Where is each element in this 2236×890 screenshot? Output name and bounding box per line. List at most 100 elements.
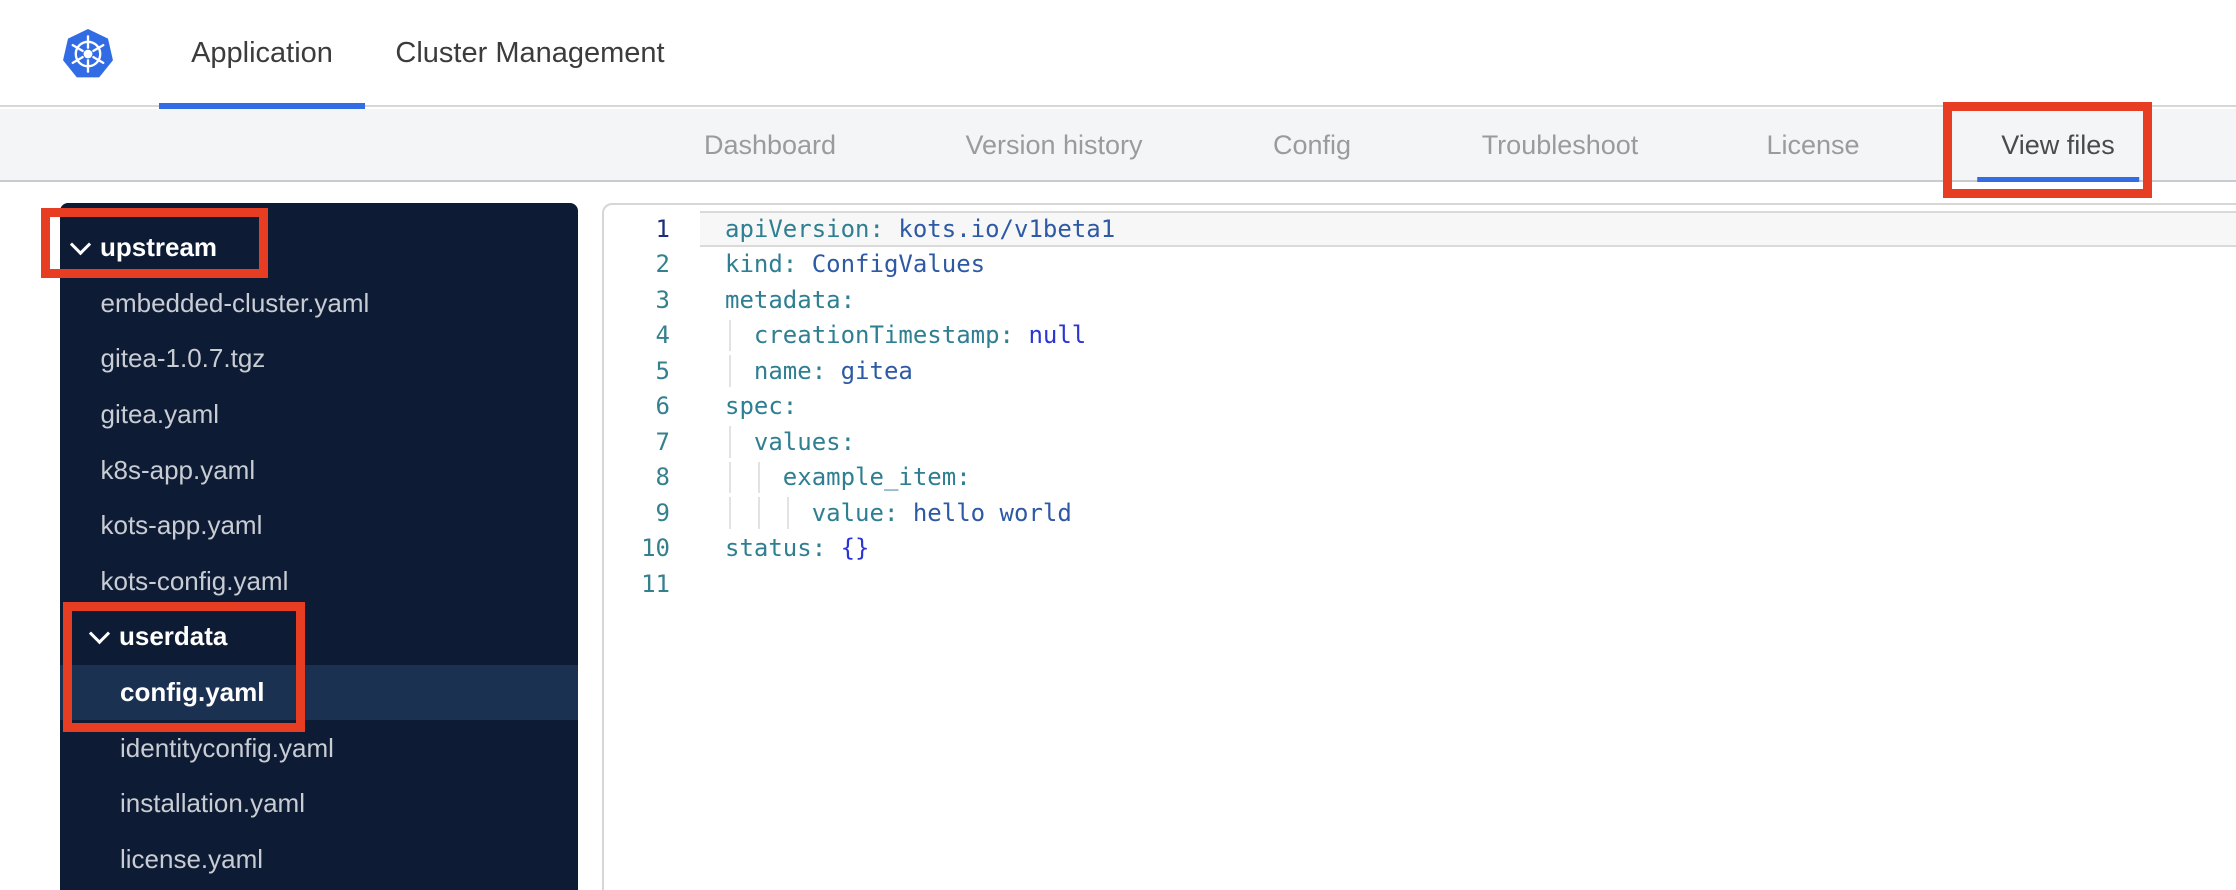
file-label: embedded-cluster.yaml — [100, 287, 370, 318]
file-tree: upstream embedded-cluster.yaml gitea-1.0.7… — [60, 220, 578, 887]
file-kots-app-yaml[interactable]: kots-app.yaml — [60, 498, 578, 554]
token-key: kind — [725, 250, 783, 279]
token-val: kots.io/v1beta1 — [898, 214, 1116, 243]
code-line-text: apiVersion: kots.io/v1beta1 — [725, 211, 1115, 247]
code-line-text: example_item: — [725, 460, 971, 496]
code-line-text: kind: ConfigValues — [725, 247, 985, 283]
top-tab-cluster-management[interactable]: Cluster Management — [378, 0, 682, 107]
tab-version-history[interactable]: Version history — [965, 109, 1142, 182]
line-number: 2 — [655, 250, 670, 279]
file-label: license.yaml — [120, 843, 264, 874]
token-val: ConfigValues — [811, 250, 986, 279]
code-line-2: 2 kind: ConfigValues — [604, 247, 2236, 283]
token-const: {} — [840, 534, 870, 563]
file-editor: 1 apiVersion: kots.io/v1beta1 2 kind: Confi… — [602, 203, 2236, 890]
token-punct: : — [811, 534, 841, 563]
token-val: gitea — [840, 356, 913, 385]
code-line-text: status: {} — [725, 531, 870, 567]
token-punct: : — [869, 214, 899, 243]
token-punct: : — [840, 427, 856, 456]
token-key: value — [811, 498, 884, 527]
file-tree-sidebar: upstream embedded-cluster.yaml gitea-1.0.7… — [60, 203, 578, 890]
file-embedded-cluster-yaml[interactable]: embedded-cluster.yaml — [60, 276, 578, 332]
tab-troubleshoot[interactable]: Troubleshoot — [1482, 109, 1639, 182]
file-label: gitea.yaml — [100, 399, 220, 430]
folder-upstream[interactable]: upstream — [60, 220, 578, 276]
line-number: 3 — [655, 285, 670, 314]
token-key: apiVersion — [725, 214, 870, 243]
file-identityconfig-yaml[interactable]: identityconfig.yaml — [60, 720, 578, 776]
file-gitea-1-0-7-tgz[interactable]: gitea-1.0.7.tgz — [60, 331, 578, 387]
token-key: metadata — [725, 285, 841, 314]
token-key: name — [753, 356, 812, 385]
line-number: 7 — [655, 427, 670, 456]
line-number: 9 — [655, 498, 670, 527]
file-license-yaml[interactable]: license.yaml — [60, 832, 578, 888]
line-number: 11 — [641, 569, 670, 598]
top-tab-label: Cluster Management — [395, 37, 665, 69]
code-line-8: 8 example_item: — [604, 460, 2236, 496]
code-line-text: name: gitea — [725, 353, 913, 389]
file-label: k8s-app.yaml — [100, 454, 256, 485]
code-line-3: 3 metadata: — [604, 282, 2236, 318]
code-line-text: creationTimestamp: null — [725, 318, 1086, 354]
code-line-5: 5 name: gitea — [604, 353, 2236, 389]
token-key: status — [725, 534, 812, 563]
folder-userdata[interactable]: userdata — [60, 609, 578, 665]
tab-license[interactable]: License — [1766, 109, 1859, 182]
code-line-1: 1 apiVersion: kots.io/v1beta1 — [604, 211, 2236, 247]
token-punct: : — [956, 463, 971, 492]
top-nav: Application Cluster Management — [0, 0, 2236, 109]
token-key: creationTimestamp — [753, 321, 1000, 350]
token-punct: : — [840, 285, 856, 314]
app-nav: Dashboard Version history Config Troublesho… — [0, 109, 2236, 182]
token-punct: : — [782, 392, 798, 421]
code-line-text: spec: — [725, 389, 797, 425]
token-key: values — [753, 427, 841, 456]
line-number: 6 — [655, 392, 670, 421]
code-line-6: 6 spec: — [604, 389, 2236, 425]
file-label: kots-config.yaml — [100, 565, 289, 596]
token-punct: : — [811, 356, 841, 385]
token-val: hello world — [912, 498, 1072, 527]
tab-dashboard[interactable]: Dashboard — [704, 109, 836, 182]
code-line-11: 11 — [604, 566, 2236, 602]
code-line-text: value: hello world — [725, 495, 1072, 531]
file-label: identityconfig.yaml — [120, 732, 334, 763]
code-line-text: metadata: — [725, 282, 855, 318]
file-label: config.yaml — [120, 677, 265, 708]
chevron-down-icon — [69, 234, 92, 256]
file-label: kots-app.yaml — [100, 510, 263, 541]
token-key: spec — [725, 392, 783, 421]
file-gitea-yaml[interactable]: gitea.yaml — [60, 387, 578, 443]
line-number: 4 — [655, 321, 670, 350]
tab-config[interactable]: Config — [1273, 109, 1351, 182]
line-number: 5 — [655, 356, 670, 385]
code-line-10: 10 status: {} — [604, 531, 2236, 567]
top-tab-application[interactable]: Application — [159, 0, 365, 109]
code-line-text: values: — [725, 424, 855, 460]
tab-label: Config — [1272, 130, 1352, 160]
code-line-9: 9 value: hello world — [604, 495, 2236, 531]
file-kots-config-yaml[interactable]: kots-config.yaml — [60, 554, 578, 610]
tab-label: Dashboard — [703, 130, 837, 160]
tab-view-files[interactable]: View files — [2001, 109, 2115, 182]
tab-label: View files — [2001, 130, 2115, 160]
token-key: example_item — [782, 463, 957, 492]
token-punct: : — [883, 498, 913, 527]
tab-label: License — [1766, 130, 1860, 160]
code-view: 1 apiVersion: kots.io/v1beta1 2 kind: Confi… — [604, 211, 2236, 602]
file-config-yaml[interactable]: config.yaml — [60, 664, 578, 721]
folder-label: userdata — [119, 621, 228, 652]
code-line-7: 7 values: — [604, 424, 2236, 460]
tab-label: Version history — [965, 130, 1143, 160]
chevron-down-icon — [88, 623, 111, 645]
kubernetes-logo-icon — [62, 26, 114, 82]
file-k8s-app-yaml[interactable]: k8s-app.yaml — [60, 442, 578, 498]
folder-label: upstream — [100, 232, 218, 263]
file-installation-yaml[interactable]: installation.yaml — [60, 776, 578, 832]
kots-admin-console: Application Cluster Management Dashboard V… — [0, 0, 2236, 890]
file-label: gitea-1.0.7.tgz — [100, 343, 266, 374]
token-punct: : — [999, 321, 1029, 350]
tab-label: Troubleshoot — [1481, 130, 1639, 160]
